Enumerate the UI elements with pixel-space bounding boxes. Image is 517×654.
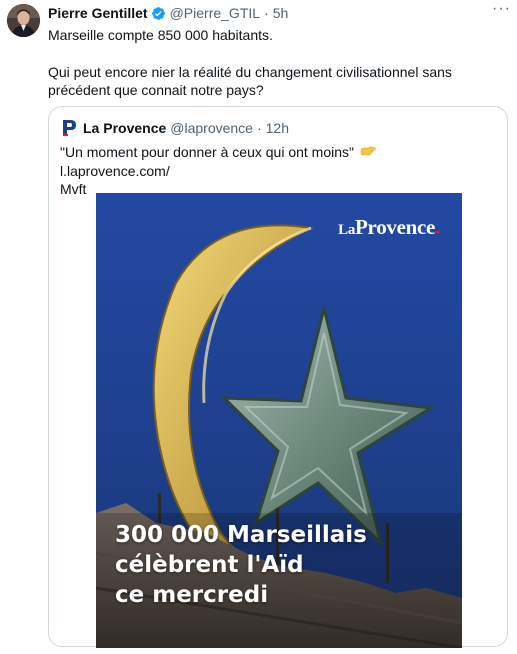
quoted-tweet-card[interactable]: La Provence @laprovence · 12h "Un moment… — [48, 106, 508, 648]
tweet-text-line1: Marseille compte 850 000 habitants. — [48, 27, 273, 43]
backhand-index-pointing-right-icon — [360, 144, 376, 157]
tweet-header: Pierre Gentillet @Pierre_GTIL · 5h — [48, 4, 507, 22]
brand-la: La — [338, 222, 356, 238]
tweet-body: Marseille compte 850 000 habitants. Qui … — [48, 26, 503, 100]
image-headline: 300 000 Marseillais célèbrent l'Aïd ce m… — [115, 520, 367, 610]
separator-dot: · — [256, 120, 262, 136]
separator-dot: · — [264, 5, 269, 21]
more-options-icon[interactable]: ··· — [492, 0, 511, 18]
quoted-link-part2: Mvft — [60, 181, 87, 197]
headline-line2: célèbrent l'Aïd — [115, 552, 304, 578]
headline-line1: 300 000 Marseillais — [115, 522, 367, 548]
verified-badge-icon — [151, 6, 166, 21]
author-name[interactable]: Pierre Gentillet — [48, 5, 148, 21]
avatar-photo — [7, 4, 40, 37]
la-provence-logo-icon — [61, 119, 77, 137]
author-handle[interactable]: @Pierre_GTIL — [170, 5, 260, 21]
quoted-link[interactable]: l.laprovence.com/Mvft — [60, 163, 170, 198]
quoted-timestamp[interactable]: 12h — [266, 120, 289, 136]
la-provence-brand-logo: LaProvence. — [338, 215, 440, 240]
quoted-media-image[interactable]: LaProvence. 300 000 Marseillais célèbren… — [96, 193, 462, 648]
quoted-author-name[interactable]: La Provence — [83, 120, 166, 136]
quoted-author-handle[interactable]: @laprovence — [170, 120, 253, 136]
brand-dot: . — [435, 215, 440, 239]
headline-line3: ce mercredi — [115, 582, 269, 608]
tweet-timestamp[interactable]: 5h — [273, 5, 289, 21]
author-avatar[interactable] — [7, 4, 40, 37]
quoted-tweet-header: La Provence @laprovence · 12h — [61, 119, 289, 137]
tweet-text-line2: Qui peut encore nier la réalité du chang… — [48, 63, 452, 99]
quoted-tweet-text: "Un moment pour donner à ceux qui ont mo… — [60, 143, 490, 199]
brand-main: Provence — [355, 215, 436, 239]
quoted-link-part1: l.laprovence.com/ — [60, 162, 170, 179]
quoted-text-quote: "Un moment pour donner à ceux qui ont mo… — [60, 144, 354, 160]
